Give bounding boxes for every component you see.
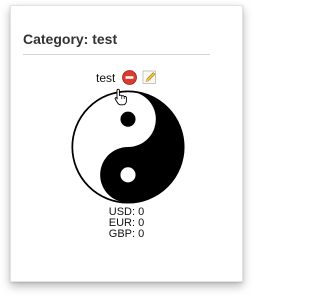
delete-category-button[interactable] (121, 70, 137, 86)
edit-pencil-icon (142, 70, 156, 85)
delete-icon (121, 70, 137, 86)
page-title: Category: test (23, 31, 118, 47)
currency-gbp: GBP: 0 (108, 228, 145, 240)
hand-pointer-cursor-icon (114, 88, 127, 106)
currency-totals: USD: 0 EUR: 0 GBP: 0 (0, 207, 253, 240)
category-name: test (95, 70, 116, 85)
category-header-row: test (0, 68, 253, 86)
edit-category-button[interactable] (142, 70, 157, 85)
title-divider (23, 54, 210, 55)
